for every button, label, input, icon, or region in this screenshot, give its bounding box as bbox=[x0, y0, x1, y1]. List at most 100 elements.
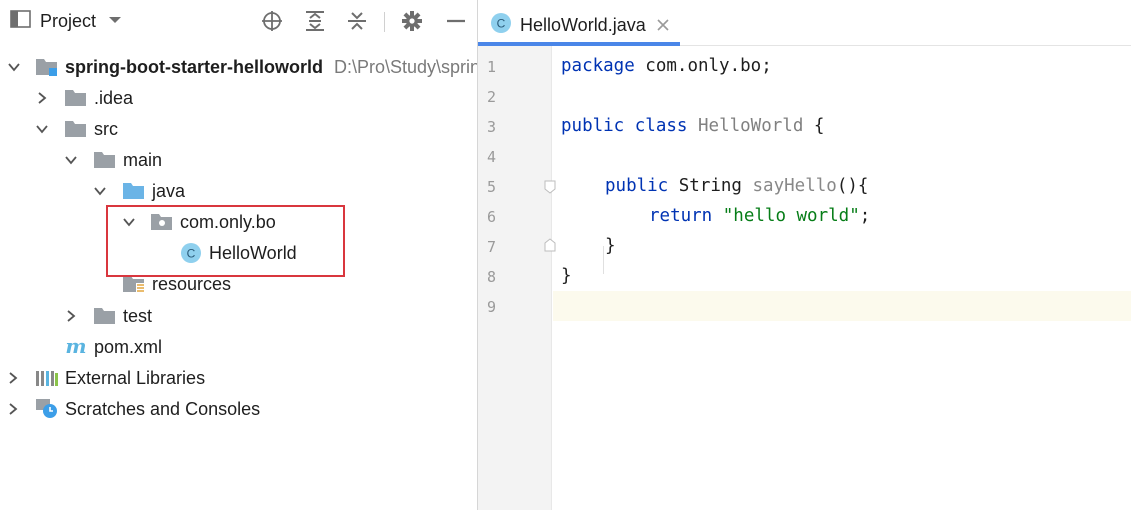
class-name: HelloWorld bbox=[698, 116, 804, 136]
code-text: } bbox=[605, 236, 616, 256]
tree-label: External Libraries bbox=[65, 368, 206, 388]
line-number: 9 bbox=[486, 298, 496, 316]
tree-item-package[interactable]: com.only.bo bbox=[0, 207, 477, 238]
tree-item-resources[interactable]: resources bbox=[0, 269, 477, 300]
scratches-icon bbox=[35, 397, 59, 419]
tree-item-main[interactable]: main bbox=[0, 145, 477, 176]
resources-folder-icon bbox=[122, 273, 146, 295]
tree-label: src bbox=[94, 119, 118, 139]
libraries-icon bbox=[35, 367, 59, 389]
tab-label: HelloWorld.java bbox=[520, 14, 646, 35]
chevron-down-icon[interactable] bbox=[93, 184, 107, 198]
chevron-right-icon[interactable] bbox=[35, 91, 49, 105]
package-icon bbox=[150, 211, 174, 233]
project-view-selector[interactable]: Project bbox=[10, 9, 122, 33]
folder-window-icon bbox=[10, 9, 32, 34]
code-line-1: package com.only.bo; bbox=[553, 51, 1131, 81]
gear-icon[interactable] bbox=[400, 10, 424, 32]
svg-text:C: C bbox=[497, 16, 506, 30]
tree-item-scratches[interactable]: Scratches and Consoles bbox=[0, 394, 477, 425]
code-text: com.only.bo; bbox=[634, 56, 772, 76]
code-text: (){ bbox=[836, 176, 869, 196]
code-line-6: return "hello world"; bbox=[553, 201, 1131, 231]
code-text: { bbox=[803, 116, 825, 136]
tree-item-helloworld[interactable]: C HelloWorld bbox=[0, 238, 477, 269]
tree-label: Scratches and Consoles bbox=[65, 399, 261, 419]
project-title: Project bbox=[40, 10, 97, 31]
tree-item-test[interactable]: test bbox=[0, 301, 477, 332]
java-class-icon: C bbox=[179, 242, 203, 264]
code-line-5: public String sayHello(){ bbox=[553, 171, 1131, 201]
java-class-icon: C bbox=[490, 12, 512, 39]
tree-label: main bbox=[123, 150, 163, 170]
svg-text:m: m bbox=[65, 336, 86, 358]
svg-text:C: C bbox=[187, 247, 196, 261]
chevron-right-icon[interactable] bbox=[6, 371, 20, 385]
chevron-down-icon[interactable] bbox=[122, 215, 136, 229]
close-icon[interactable] bbox=[656, 18, 670, 32]
string-literal: "hello world" bbox=[722, 206, 860, 226]
header-separator bbox=[384, 12, 385, 32]
keyword: class bbox=[634, 116, 688, 136]
keyword: public bbox=[605, 176, 669, 196]
editor-tab-bar: C HelloWorld.java bbox=[478, 0, 1131, 46]
chevron-down-icon[interactable] bbox=[7, 60, 21, 74]
tree-item-idea[interactable]: .idea bbox=[0, 83, 477, 114]
chevron-right-icon[interactable] bbox=[64, 309, 78, 323]
collapse-all-icon[interactable] bbox=[345, 10, 369, 32]
keyword: return bbox=[649, 206, 713, 226]
line-number: 6 bbox=[486, 208, 496, 226]
tree-label: test bbox=[123, 306, 153, 326]
tree-label: spring-boot-starter-helloworld bbox=[65, 57, 323, 77]
folder-icon bbox=[64, 87, 88, 109]
line-number-gutter: 1 2 3 4 5 6 7 8 9 bbox=[478, 46, 556, 510]
code-line-9-current bbox=[553, 291, 1131, 321]
line-number: 4 bbox=[486, 148, 496, 166]
line-number: 3 bbox=[486, 118, 496, 136]
tree-path: D:\Pro\Study\sprin bbox=[334, 57, 478, 77]
tree-item-module-root[interactable]: spring-boot-starter-helloworld D:\Pro\St… bbox=[0, 52, 478, 83]
tree-item-java[interactable]: java bbox=[0, 176, 477, 207]
line-number: 7 bbox=[486, 238, 496, 256]
code-text: } bbox=[561, 266, 572, 286]
line-number: 5 bbox=[486, 178, 496, 196]
code-line-8: } bbox=[553, 261, 1131, 291]
project-header: Project bbox=[0, 0, 477, 42]
line-number: 8 bbox=[486, 268, 496, 286]
keyword: public bbox=[561, 116, 625, 136]
tree-item-pom[interactable]: m pom.xml bbox=[0, 332, 477, 363]
chevron-right-icon[interactable] bbox=[6, 402, 20, 416]
folder-icon bbox=[64, 118, 88, 140]
tree-label: resources bbox=[152, 274, 232, 294]
tab-helloworld-java[interactable]: C HelloWorld.java bbox=[478, 8, 680, 46]
tree-label: .idea bbox=[94, 88, 134, 108]
tree-item-external-libraries[interactable]: External Libraries bbox=[0, 363, 477, 394]
editor: C HelloWorld.java 1 2 3 4 5 6 7 8 9 pack… bbox=[478, 0, 1131, 510]
expand-all-icon[interactable] bbox=[303, 10, 327, 32]
code-line-3: public class HelloWorld { bbox=[553, 111, 1131, 141]
tree-label: com.only.bo bbox=[180, 212, 276, 232]
module-folder-icon bbox=[35, 56, 59, 78]
maven-icon: m bbox=[64, 336, 88, 358]
tree-label: pom.xml bbox=[94, 337, 163, 357]
chevron-down-icon[interactable] bbox=[64, 153, 78, 167]
folder-icon bbox=[93, 149, 117, 171]
code-text: ; bbox=[859, 206, 871, 226]
minimize-icon[interactable] bbox=[444, 10, 468, 32]
chevron-down-icon[interactable] bbox=[35, 122, 49, 136]
project-tool-window: Project spring-boot-starter-helloworld D… bbox=[0, 0, 478, 510]
code-line-7: } bbox=[553, 231, 1131, 261]
locate-icon[interactable] bbox=[260, 10, 284, 32]
line-number: 2 bbox=[486, 88, 496, 106]
tree-item-src[interactable]: src bbox=[0, 114, 477, 145]
folder-icon bbox=[93, 305, 117, 327]
code-area[interactable]: package com.only.bo; public class HelloW… bbox=[553, 46, 1131, 510]
line-number: 1 bbox=[486, 58, 496, 76]
method-name: sayHello bbox=[752, 176, 837, 196]
keyword: package bbox=[561, 56, 635, 76]
chevron-down-icon[interactable] bbox=[108, 12, 122, 30]
source-folder-icon bbox=[122, 180, 146, 202]
type-name: String bbox=[668, 176, 753, 196]
tree-label: java bbox=[152, 181, 186, 201]
tree-label: HelloWorld bbox=[209, 243, 297, 263]
